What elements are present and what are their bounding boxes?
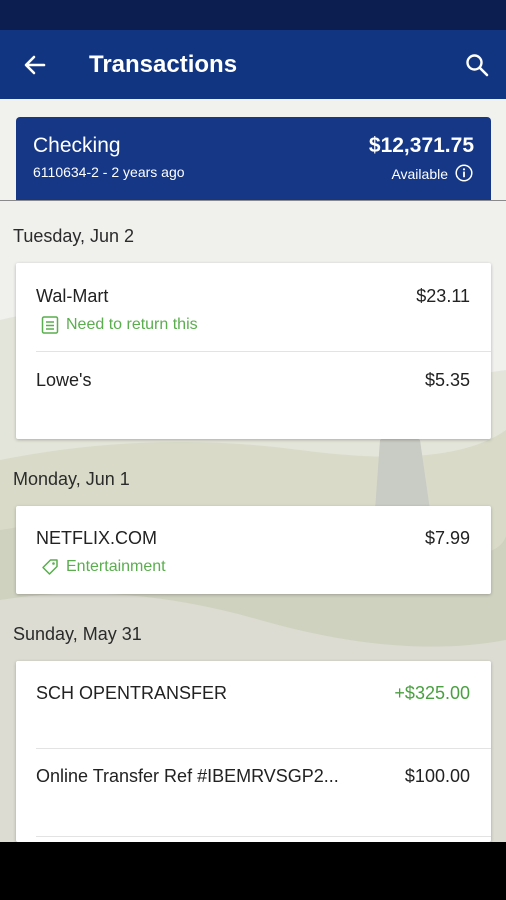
transaction-name: SCH OPENTRANSFER — [36, 683, 228, 703]
date-header: Monday, Jun 1 — [13, 469, 130, 489]
row-divider — [36, 836, 491, 837]
date-header: Tuesday, Jun 2 — [13, 226, 135, 246]
transaction-category: Entertainment — [40, 557, 166, 577]
transaction-row[interactable]: Online Transfer Ref #IBEMRVSGP2... $100.… — [16, 749, 491, 836]
transaction-amount: $7.99 — [424, 528, 470, 548]
system-navigation-bar — [0, 842, 506, 900]
transaction-row[interactable]: SCH OPENTRANSFER +$325.00 — [16, 661, 491, 748]
transaction-group-card: NETFLIX.COM $7.99 Entertainment — [16, 506, 491, 594]
header-divider — [0, 200, 506, 201]
info-icon[interactable] — [455, 164, 473, 182]
transaction-amount: $5.35 — [424, 370, 470, 390]
transaction-group-card: Wal-Mart $23.11 Need to return this Lowe… — [16, 263, 491, 439]
note-icon — [41, 316, 59, 334]
transaction-amount: +$325.00 — [394, 683, 470, 703]
transaction-amount: $100.00 — [404, 766, 470, 786]
transaction-note: Need to return this — [40, 315, 198, 335]
date-header: Sunday, May 31 — [13, 624, 142, 644]
account-balance: $12,371.75 — [368, 134, 474, 157]
transaction-row[interactable]: Lowe's $5.35 — [16, 352, 491, 439]
page-title: Transactions — [89, 51, 238, 78]
transaction-name: NETFLIX.COM — [36, 528, 158, 548]
back-arrow-icon[interactable] — [20, 50, 50, 80]
status-bar — [0, 0, 506, 30]
transaction-name: Wal-Mart — [36, 286, 109, 306]
tag-icon — [42, 559, 58, 575]
transaction-row[interactable]: Wal-Mart $23.11 Need to return this — [16, 263, 491, 351]
account-name: Checking — [33, 134, 121, 157]
transaction-amount: $23.11 — [416, 286, 470, 306]
transaction-name: Lowe's — [36, 370, 92, 390]
account-meta: 6110634-2 - 2 years ago — [33, 164, 185, 180]
transaction-note-text: Need to return this — [66, 316, 198, 333]
transaction-group-card: SCH OPENTRANSFER +$325.00 Online Transfe… — [16, 661, 491, 842]
transaction-name: Online Transfer Ref #IBEMRVSGP2... — [36, 766, 339, 786]
transaction-category-text: Entertainment — [66, 558, 166, 575]
transaction-row[interactable]: NETFLIX.COM $7.99 Entertainment — [16, 506, 491, 594]
app-bar: Transactions — [0, 30, 506, 99]
available-label: Available — [391, 166, 448, 182]
account-summary-card[interactable]: Checking 6110634-2 - 2 years ago $12,371… — [16, 117, 491, 200]
search-icon[interactable] — [462, 50, 492, 80]
